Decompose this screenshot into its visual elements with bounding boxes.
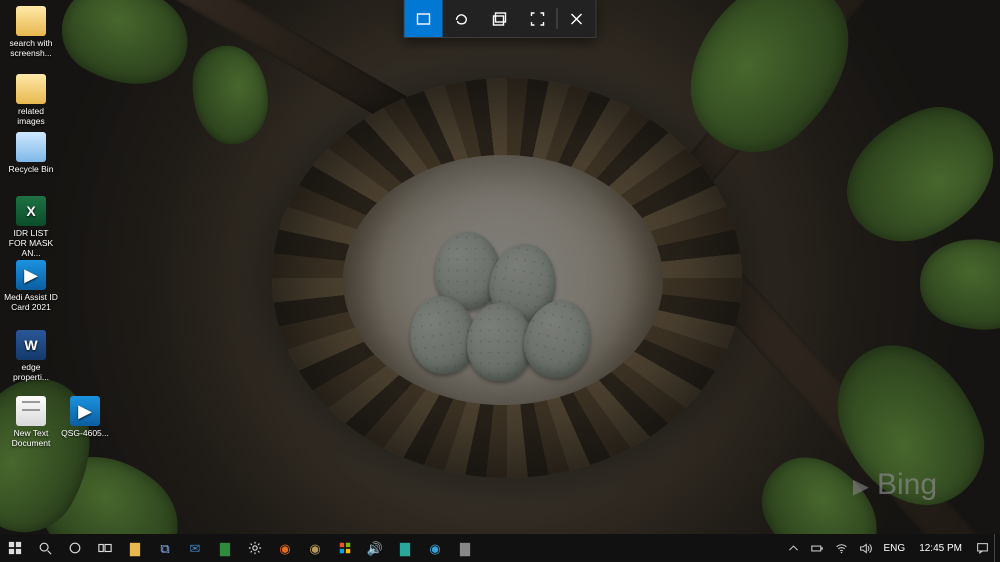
taskbar-left: ▇ ⧉ ✉ ▇ ◉ ◉ 🔊 ▇ ◉ ▇ [0, 534, 480, 562]
desktop-icon-recycle-bin[interactable]: Recycle Bin [4, 132, 58, 175]
desktop[interactable]: search with screensh... related images R… [0, 0, 1000, 534]
action-center-button[interactable] [970, 534, 994, 562]
wifi-icon [835, 542, 848, 555]
freeform-snip-icon [454, 11, 470, 27]
tray-chevron-up-button[interactable] [782, 534, 806, 562]
window-snip-button[interactable] [481, 0, 519, 37]
fullscreen-snip-icon [530, 11, 546, 27]
desktop-icon-new-text-document[interactable]: New Text Document [4, 396, 58, 449]
media-icon: ▶ [70, 396, 100, 426]
freeform-snip-button[interactable] [443, 0, 481, 37]
app-generic-button[interactable]: ▇ [450, 534, 480, 562]
desktop-icon-medi-assist[interactable]: ▶ Medi Assist ID Card 2021 [4, 260, 58, 313]
app-green-button[interactable]: ▇ [210, 534, 240, 562]
battery-icon [811, 542, 824, 555]
firefox-icon: ◉ [279, 542, 290, 555]
chrome-icon: ◉ [309, 542, 320, 555]
volume-mixer-button[interactable]: 🔊 [360, 534, 390, 562]
desktop-icon-search-with-screenshot[interactable]: search with screensh... [4, 6, 58, 59]
desktop-icon-label: IDR LIST FOR MASK AN... [4, 229, 58, 258]
desktop-icon-label: edge properti... [4, 363, 58, 383]
start-button[interactable] [0, 534, 30, 562]
show-desktop-button[interactable] [994, 534, 1000, 562]
recycle-bin-icon [16, 132, 46, 162]
desktop-icon-related-images[interactable]: related images [4, 74, 58, 127]
windows-logo-icon [8, 541, 22, 555]
task-view-icon [98, 541, 112, 555]
snip-toolbar [404, 0, 597, 38]
mail-icon: ✉ [190, 542, 201, 555]
folder-icon [16, 74, 46, 104]
language-indicator[interactable]: ENG [878, 543, 912, 554]
app-icon: ▇ [220, 542, 230, 555]
search-icon [38, 541, 52, 555]
search-button[interactable] [30, 534, 60, 562]
microsoft-icon [338, 541, 352, 555]
battery-button[interactable] [806, 534, 830, 562]
media-icon: ▶ [16, 260, 46, 290]
fullscreen-snip-button[interactable] [519, 0, 557, 37]
clock[interactable]: 12:45 PM [911, 543, 970, 554]
app-icon: ▇ [400, 542, 410, 555]
chrome-button[interactable]: ◉ [300, 534, 330, 562]
word-icon: W [16, 330, 46, 360]
desktop-icon-label: Medi Assist ID Card 2021 [4, 293, 58, 313]
cortana-button[interactable] [60, 534, 90, 562]
firefox-button[interactable]: ◉ [270, 534, 300, 562]
edge-icon: ◉ [429, 542, 440, 555]
task-view-button[interactable] [90, 534, 120, 562]
close-snip-button[interactable] [558, 0, 596, 37]
store-icon: ⧉ [160, 542, 169, 555]
desktop-icon-qsg-4605[interactable]: ▶ QSG-4605... [58, 396, 112, 439]
folder-icon [16, 6, 46, 36]
settings-button[interactable] [240, 534, 270, 562]
text-document-icon [16, 396, 46, 426]
app-teal-button[interactable]: ▇ [390, 534, 420, 562]
action-center-icon [976, 542, 989, 555]
volume-button[interactable] [854, 534, 878, 562]
rectangular-snip-icon [416, 11, 432, 27]
excel-icon: X [16, 196, 46, 226]
edge-button[interactable]: ◉ [420, 534, 450, 562]
rectangular-snip-button[interactable] [405, 0, 443, 37]
cortana-icon [68, 541, 82, 555]
taskbar-right: ENG 12:45 PM [782, 534, 1000, 562]
microsoft-store-button[interactable]: ⧉ [150, 534, 180, 562]
taskbar: ▇ ⧉ ✉ ▇ ◉ ◉ 🔊 ▇ ◉ ▇ ENG 12:45 PM [0, 534, 1000, 562]
desktop-icon-label: related images [4, 107, 58, 127]
mail-app-button[interactable]: ✉ [180, 534, 210, 562]
desktop-icon-label: Recycle Bin [9, 165, 54, 175]
gear-icon [248, 541, 262, 555]
app-icon: ▇ [460, 542, 470, 555]
close-icon [569, 11, 585, 27]
speaker-icon: 🔊 [367, 542, 383, 555]
desktop-icon-idr-list-excel[interactable]: X IDR LIST FOR MASK AN... [4, 196, 58, 258]
desktop-icon-label: New Text Document [4, 429, 58, 449]
desktop-icon-label: QSG-4605... [61, 429, 109, 439]
desktop-icon-label: search with screensh... [4, 39, 58, 59]
wifi-button[interactable] [830, 534, 854, 562]
window-snip-icon [492, 11, 508, 27]
volume-icon [859, 542, 872, 555]
desktop-icon-edge-properties[interactable]: W edge properti... [4, 330, 58, 383]
folder-icon: ▇ [130, 542, 140, 555]
chevron-up-icon [787, 542, 800, 555]
file-explorer-button[interactable]: ▇ [120, 534, 150, 562]
microsoft-app-button[interactable] [330, 534, 360, 562]
